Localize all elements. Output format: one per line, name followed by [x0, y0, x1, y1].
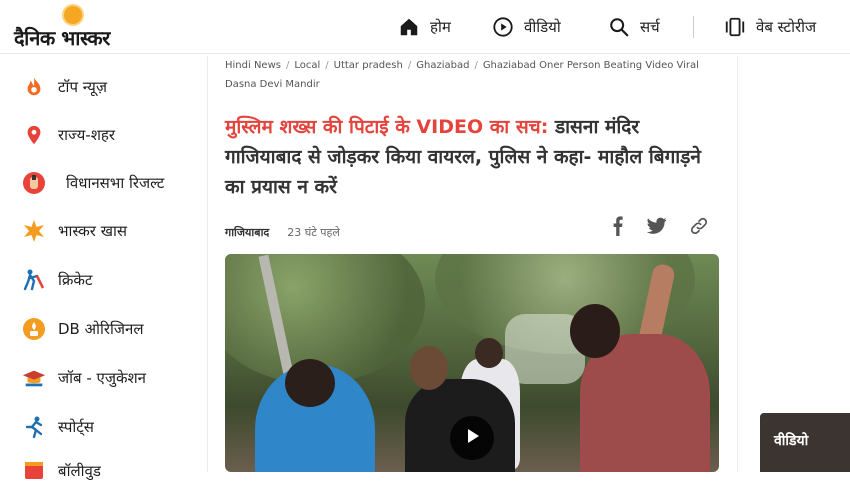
nav-home[interactable]: होम — [398, 14, 451, 40]
article-timestamp: 23 घंटे पहले — [287, 225, 340, 239]
headline-highlight: मुस्लिम शख्स की पिटाई के VIDEO का सच: — [225, 116, 549, 138]
floating-video-label: वीडियो — [774, 433, 809, 449]
sidebar-item-top-news[interactable]: टॉप न्यूज़ — [22, 72, 107, 102]
breadcrumb-separator: / — [407, 60, 412, 71]
floating-video-widget[interactable]: वीडियो — [760, 413, 850, 472]
star-burst-icon — [22, 219, 46, 243]
breadcrumb-item[interactable]: Hindi News — [225, 60, 281, 71]
breadcrumb: Hindi News / Local / Uttar pradesh / Ghaziabad… — [225, 56, 719, 94]
sidebar-item-label: टॉप न्यूज़ — [58, 78, 107, 96]
nav-web-stories[interactable]: वेब स्टोरीज — [724, 14, 816, 40]
sidebar-item-job-education[interactable]: जॉब - एजुकेशन — [22, 363, 146, 393]
video-frame-detail — [570, 304, 620, 358]
link-icon[interactable] — [689, 216, 709, 236]
nav-home-label: होम — [430, 18, 451, 36]
ballot-icon — [22, 171, 46, 195]
sidebar-item-label: भास्कर खास — [58, 222, 127, 240]
article: Hindi News / Local / Uttar pradesh / Ghaziabad… — [225, 56, 719, 472]
sidebar-item-bhaskar-khas[interactable]: भास्कर खास — [22, 216, 127, 246]
sidebar-item-db-original[interactable]: DB ओरिजिनल — [22, 314, 143, 344]
play-circle-icon — [492, 16, 514, 38]
sidebar-item-sports[interactable]: स्पोर्ट्स — [22, 412, 94, 442]
article-video[interactable] — [225, 254, 719, 472]
breadcrumb-item[interactable]: Ghaziabad — [416, 60, 469, 71]
nav-search-label: सर्च — [640, 18, 660, 36]
facebook-icon[interactable] — [611, 216, 625, 236]
dainik-bhaskar-logo[interactable]: दैनिक भास्कर — [14, 6, 140, 50]
breadcrumb-item[interactable]: Local — [294, 60, 320, 71]
home-icon — [398, 16, 420, 38]
sidebar-item-election-result[interactable]: विधानसभा रिजल्ट — [22, 168, 164, 198]
sidebar-item-label: स्पोर्ट्स — [58, 418, 94, 436]
nav-web-stories-label: वेब स्टोरीज — [756, 18, 817, 36]
video-frame-detail — [410, 346, 448, 390]
sidebar-item-label: जॉब - एजुकेशन — [58, 369, 146, 387]
web-stories-icon — [724, 16, 746, 38]
runner-icon — [22, 415, 46, 439]
video-frame-detail — [475, 338, 503, 368]
share-bar — [611, 216, 709, 236]
breadcrumb-separator: / — [474, 60, 478, 71]
logo-text: दैनिक भास्कर — [14, 26, 110, 50]
sidebar-item-bollywood[interactable]: बॉलीवुड — [22, 456, 101, 486]
search-icon — [608, 16, 630, 38]
breadcrumb-separator: / — [325, 60, 329, 71]
flame-icon — [22, 75, 46, 99]
play-button[interactable] — [450, 416, 494, 460]
site-header: दैनिक भास्कर होम वीडियो सर्च वेब स्टोरीज — [0, 0, 850, 54]
article-location[interactable]: गाजियाबाद — [225, 225, 269, 240]
nav-video-label: वीडियो — [524, 18, 561, 36]
sidebar-item-label: क्रिकेट — [58, 271, 93, 289]
play-icon — [463, 427, 481, 449]
nav-search[interactable]: सर्च — [608, 14, 660, 40]
nav-video[interactable]: वीडियो — [492, 14, 561, 40]
graduation-cap-icon — [22, 366, 46, 390]
db-original-icon — [22, 317, 46, 341]
sidebar: टॉप न्यूज़ राज्य-शहर विधानसभा रिजल्ट भास… — [0, 56, 208, 480]
location-pin-icon — [22, 123, 46, 147]
breadcrumb-item[interactable]: Uttar pradesh — [334, 60, 403, 71]
content-divider — [737, 56, 738, 472]
video-frame-detail — [285, 359, 335, 407]
twitter-icon[interactable] — [647, 217, 667, 235]
film-icon — [22, 459, 46, 483]
sidebar-item-cricket[interactable]: क्रिकेट — [22, 265, 93, 295]
sidebar-item-state-city[interactable]: राज्य-शहर — [22, 120, 115, 150]
sidebar-item-label: राज्य-शहर — [58, 126, 116, 144]
sidebar-item-label: विधानसभा रिजल्ट — [66, 174, 165, 192]
article-meta: गाजियाबाद 23 घंटे पहले — [225, 222, 340, 242]
article-headline: मुस्लिम शख्स की पिटाई के VIDEO का सच: डा… — [225, 112, 719, 202]
cricket-icon — [22, 268, 46, 292]
sidebar-item-label: DB ओरिजिनल — [58, 320, 144, 338]
nav-divider — [693, 16, 694, 38]
sun-logo-icon — [64, 6, 82, 24]
sidebar-item-label: बॉलीवुड — [58, 462, 101, 480]
breadcrumb-separator: / — [285, 60, 290, 71]
